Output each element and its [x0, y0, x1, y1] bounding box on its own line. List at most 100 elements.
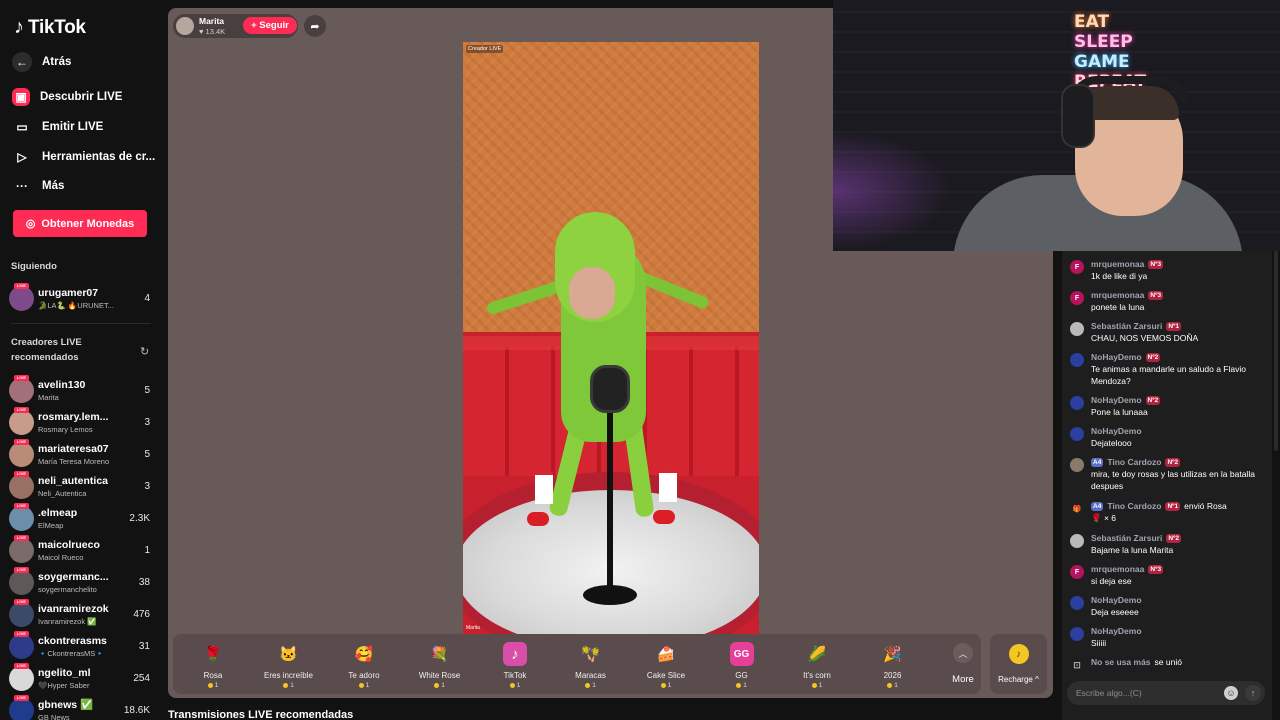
- nav-more[interactable]: ··· Más: [12, 176, 158, 196]
- gift-item[interactable]: 🐱 Eres increíble 1: [254, 638, 324, 690]
- gift-name: White Rose: [418, 671, 461, 680]
- back-button[interactable]: ← Atrás: [12, 52, 158, 72]
- share-icon[interactable]: ➦: [304, 15, 326, 37]
- chat-message: NoHayDemo Nº2 Te animas a mandarle un salu…: [1070, 352, 1266, 387]
- gift-name: Rosa: [203, 671, 223, 680]
- chat-username[interactable]: NoHayDemo: [1091, 395, 1142, 405]
- gift-item[interactable]: 🌽 It's corn 1: [782, 638, 852, 690]
- chat-message: Fmrquemonaa Nº3 ponete la luna: [1070, 290, 1266, 313]
- recommended-creator[interactable]: LIVE rosmary.lem... Rosmary Lemos 3: [9, 406, 154, 437]
- avatar: LIVE: [9, 534, 34, 563]
- chat-text: Siiiii: [1091, 638, 1107, 648]
- chat-input[interactable]: Escribe algo...(C) ☺ ↑: [1067, 681, 1265, 705]
- join-icon: ⊡: [1073, 659, 1081, 670]
- avatar: LIVE: [9, 630, 34, 659]
- chat-username[interactable]: mrquemonaa: [1091, 259, 1144, 269]
- recharge-button[interactable]: ♪ Recharge ^: [990, 634, 1047, 694]
- viewer-count: 5: [144, 384, 150, 396]
- recommended-creator[interactable]: LIVE ckontrerasms 🔹CkontrerasMS🔹 31: [9, 630, 154, 661]
- chat-message: Fmrquemonaa Nº3 1k de like di ya: [1070, 259, 1266, 282]
- chat-username[interactable]: Tino Cardozo: [1107, 501, 1161, 511]
- host-avatar: [176, 17, 194, 35]
- recommended-creator[interactable]: LIVE soygermanc... soygermanchelito 38: [9, 566, 154, 597]
- refresh-icon[interactable]: ↻: [140, 345, 149, 358]
- viewer-count: 4: [144, 292, 150, 304]
- chat-avatar[interactable]: 🎁: [1070, 502, 1084, 516]
- recommended-label: Creadores LIVE recomendados: [11, 335, 82, 365]
- gift-item[interactable]: 🥰 Te adoro 1: [329, 638, 399, 690]
- live-video[interactable]: Creador LIVE Marita: [463, 42, 759, 634]
- chat-avatar[interactable]: F: [1070, 260, 1084, 274]
- recommended-creator[interactable]: LIVE neli_autentica Neli_Autentica 3: [9, 470, 154, 501]
- gift-item[interactable]: 🌹 Rosa 1: [178, 638, 248, 690]
- recommended-creator[interactable]: LIVE ngelito_ml 🖤Hyper Saber 254: [9, 662, 154, 693]
- tiktok-logo[interactable]: ♪ TikTok: [14, 16, 86, 39]
- gift-icon: 🍰: [656, 646, 676, 663]
- chat-username[interactable]: NoHayDemo: [1091, 595, 1142, 605]
- chat-text: mira, te doy rosas y las utilizas en la …: [1091, 469, 1255, 491]
- recommended-creator[interactable]: LIVE .elmeap ElMeap 2.3K: [9, 502, 154, 533]
- chat-avatar[interactable]: [1070, 458, 1084, 472]
- chat-username[interactable]: mrquemonaa: [1091, 290, 1144, 300]
- recommended-creator[interactable]: LIVE gbnews ✅ GB News 18.6K: [9, 694, 154, 720]
- chat-text: Dejatelooo: [1091, 438, 1132, 448]
- nav-discover-live[interactable]: ▣ Descubrir LIVE: [12, 88, 158, 106]
- chat-username[interactable]: NoHayDemo: [1091, 426, 1142, 436]
- host-name: Marita: [199, 16, 225, 26]
- nav-go-live[interactable]: ▭ Emitir LIVE: [12, 117, 158, 137]
- gift-item[interactable]: ♪ TikTok 1: [480, 638, 550, 690]
- gift-item[interactable]: 🎉 2026 1: [858, 638, 928, 690]
- gift-item[interactable]: 🪇 Maracas 1: [556, 638, 626, 690]
- viewer-count: 254: [133, 672, 150, 684]
- creator-name: maicolrueco: [38, 538, 100, 551]
- following-item[interactable]: LIVE urugamer07 🐊LA🐍 🔥URUNET... 4: [9, 282, 154, 313]
- coin-icon: [660, 683, 666, 688]
- chat-username[interactable]: NoHayDemo: [1091, 626, 1142, 636]
- emoji-icon[interactable]: ☺: [1224, 686, 1238, 700]
- chat-username[interactable]: NoHayDemo: [1091, 352, 1142, 362]
- following-label: Siguiendo: [11, 261, 57, 272]
- creator-subtitle: 🐊LA🐍 🔥URUNET...: [38, 300, 114, 310]
- gift-item[interactable]: 🍰 Cake Slice 1: [631, 638, 701, 690]
- chat-avatar[interactable]: [1070, 596, 1084, 610]
- chat-username[interactable]: Sebastián Zarsuri: [1091, 533, 1162, 543]
- creator-name: ivanramirezok: [38, 602, 109, 615]
- chat-avatar[interactable]: [1070, 353, 1084, 367]
- recommended-creator[interactable]: LIVE maicolrueco Maicol Rueco 1: [9, 534, 154, 565]
- chat-avatar[interactable]: [1070, 627, 1084, 641]
- viewer-count: 476: [133, 608, 150, 620]
- viewer-count: 3: [144, 480, 150, 492]
- recommended-label-line2: recomendados: [11, 352, 79, 363]
- gift-price-value: 1: [894, 682, 898, 689]
- chat-avatar[interactable]: [1070, 396, 1084, 410]
- recommended-creator[interactable]: LIVE ivanramirezok Ivanramirezok ✅ 476: [9, 598, 154, 629]
- chat-scrollbar[interactable]: [1274, 251, 1278, 451]
- get-coins-button[interactable]: ◎ Obtener Monedas: [13, 210, 147, 237]
- chat-username[interactable]: Tino Cardozo: [1107, 457, 1161, 467]
- viewer-count: 3: [144, 416, 150, 428]
- recommended-creator[interactable]: LIVE avelin130 Marita 5: [9, 374, 154, 405]
- gift-more-button[interactable]: ︿ More: [943, 638, 983, 690]
- chat-avatar[interactable]: F: [1070, 565, 1084, 579]
- cucumber-shoe: [527, 512, 549, 526]
- tiktok-coin-icon: ♪: [1008, 644, 1029, 664]
- gift-icon: ♪: [503, 642, 527, 666]
- chat-username[interactable]: mrquemonaa: [1091, 564, 1144, 574]
- chat-username[interactable]: Sebastián Zarsuri: [1091, 321, 1162, 331]
- send-icon[interactable]: ↑: [1245, 685, 1261, 701]
- gift-name: Cake Slice: [646, 671, 686, 680]
- creator-name: .elmeap: [38, 506, 78, 519]
- gift-item[interactable]: 💐 White Rose 1: [405, 638, 475, 690]
- chat-message: NoHayDemo Deja eseeee: [1070, 595, 1266, 618]
- chat-avatar[interactable]: [1070, 427, 1084, 441]
- avatar: LIVE: [9, 566, 34, 595]
- chat-avatar[interactable]: [1070, 322, 1084, 336]
- follow-button[interactable]: + Seguir: [243, 17, 297, 34]
- divider: [11, 323, 151, 324]
- nav-creator-tools[interactable]: ▷ Herramientas de cr...: [12, 147, 158, 167]
- chat-avatar[interactable]: [1070, 534, 1084, 548]
- recommended-creator[interactable]: LIVE mariateresa07 María Teresa Moreno 5: [9, 438, 154, 469]
- chat-avatar[interactable]: F: [1070, 291, 1084, 305]
- gift-item[interactable]: GG GG 1: [707, 638, 777, 690]
- creator-subtitle: ElMeap: [38, 520, 64, 530]
